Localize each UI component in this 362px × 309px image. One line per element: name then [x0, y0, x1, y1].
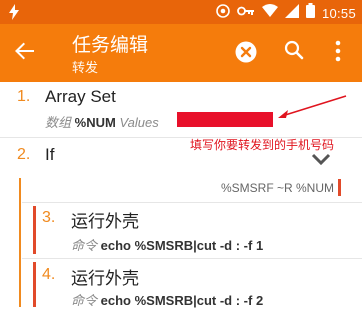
charging-bolt-icon: [9, 4, 19, 25]
arg-label: 数组: [45, 115, 72, 130]
page-subtitle: 转发: [72, 60, 99, 75]
action-args: 数组 %NUM Values: [45, 112, 159, 131]
page-title: 任务编辑: [72, 35, 149, 56]
annotation-arrow: [278, 95, 347, 118]
battery-icon: [305, 3, 315, 23]
action-marker: [33, 262, 36, 307]
redaction-box: [177, 112, 273, 127]
action-index: 4.: [42, 266, 56, 283]
action-index: 3.: [42, 209, 56, 226]
clock: 10:55: [321, 5, 356, 21]
overflow-menu-icon[interactable]: [335, 40, 351, 64]
action-marker: [33, 206, 36, 254]
arg-label: 命令: [71, 238, 98, 253]
block-indent-bar: [19, 178, 21, 307]
action-index: 2.: [17, 146, 31, 163]
arg-value: %NUM: [74, 115, 116, 130]
key-icon: [237, 4, 255, 22]
condition-text: %SMSRF ~R %NUM: [220, 181, 334, 195]
action-list: 1. Array Set 数组 %NUM Values 填写你要转发到的手机号码…: [0, 82, 362, 309]
action-args: 命令 echo %SMSRB|cut -d : -f 2: [71, 290, 263, 309]
search-icon[interactable]: [284, 40, 306, 62]
back-arrow-icon[interactable]: [14, 40, 38, 64]
collapse-chevron-icon[interactable]: [311, 152, 331, 171]
action-name: 运行外壳: [71, 269, 139, 288]
do-not-disturb-icon: [216, 3, 230, 23]
cancel-button[interactable]: [235, 41, 257, 63]
arg-extra-label: Values: [119, 115, 159, 130]
divider: [22, 202, 362, 203]
wifi-icon: [261, 4, 278, 22]
annotation-text: 填写你要转发到的手机号码: [190, 138, 335, 152]
condition-marker: [338, 179, 341, 196]
action-args: 命令 echo %SMSRB|cut -d : -f 1: [71, 235, 263, 254]
divider: [22, 258, 362, 259]
arg-value: echo %SMSRB|cut -d : -f 1: [100, 238, 264, 253]
action-name: If: [45, 145, 55, 164]
action-name: Array Set: [45, 87, 116, 106]
arg-label: 命令: [71, 293, 98, 308]
divider: [0, 137, 362, 138]
action-index: 1.: [17, 88, 31, 105]
status-bar: 10:55: [0, 0, 362, 24]
app-bar: 任务编辑 转发: [0, 24, 362, 82]
arg-value: echo %SMSRB|cut -d : -f 2: [100, 293, 264, 308]
action-name: 运行外壳: [71, 212, 139, 231]
signal-icon: [284, 3, 299, 23]
